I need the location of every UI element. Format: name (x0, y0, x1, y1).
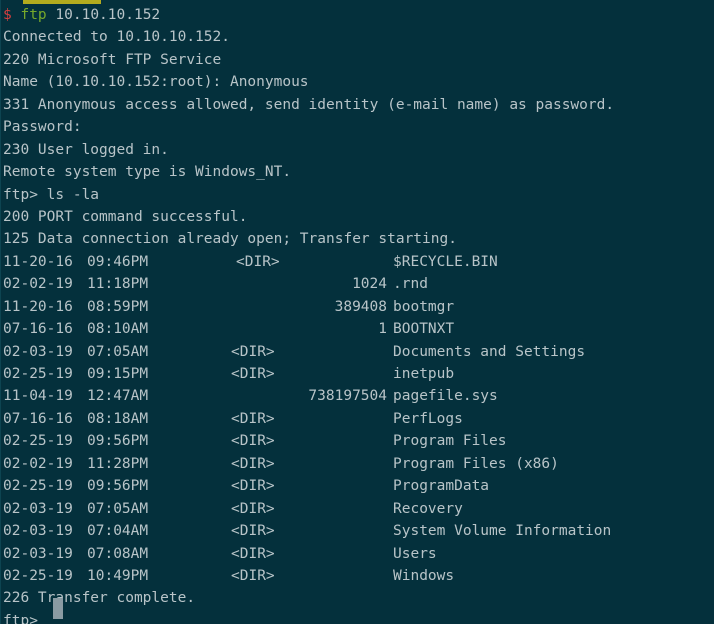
listing-date: 02-02-19 (3, 455, 73, 472)
listing-dir-marker: <DIR> (231, 343, 275, 360)
listing-row: 11-20-16 08:59PM 389408 bootmgr (3, 296, 714, 318)
listing-dir-marker: <DIR> (231, 567, 275, 584)
ls-command: ls -la (46, 186, 100, 203)
listing-date: 02-03-19 (3, 343, 73, 360)
listing-date: 02-25-19 (3, 567, 73, 584)
listing-row: 02-03-19 07:04AM <DIR> System Volume Inform… (3, 520, 714, 542)
listing-dir-marker: <DIR> (231, 545, 275, 562)
listing-dir-marker: <DIR> (231, 478, 275, 495)
listing-time: 10:49PM (87, 567, 149, 584)
listing-name: Recovery (393, 500, 463, 517)
ftp-command-line: ftp> ls -la (3, 184, 714, 206)
listing-time: 07:04AM (87, 523, 149, 540)
ftp-command: ftp (20, 7, 47, 23)
listing-date: 02-03-19 (3, 545, 73, 562)
listing-name: Users (393, 545, 437, 562)
listing-size: 738197504 (308, 388, 387, 405)
listing-row: 11-20-16 09:46PM <DIR> $RECYCLE.BIN (3, 251, 714, 273)
listing-dir-marker: <DIR> (231, 455, 275, 472)
listing-time: 09:56PM (87, 478, 149, 495)
output-line-name-prompt: Name (10.10.10.152:root): Anonymous (3, 74, 309, 91)
listing-name: bootmgr (393, 298, 455, 315)
listing-dir-marker: <DIR> (231, 523, 275, 540)
listing-time: 11:28PM (87, 455, 149, 472)
listing-name: BOOTNXT (393, 321, 455, 338)
output-line-331-anonymous: 331 Anonymous access allowed, send ident… (3, 96, 615, 113)
listing-date: 02-25-19 (3, 366, 73, 382)
listing-name: Documents and Settings (393, 343, 586, 360)
listing-date: 02-03-19 (3, 523, 73, 540)
output-line-200-port: 200 PORT command successful. (3, 208, 248, 225)
listing-name: $RECYCLE.BIN (393, 253, 498, 270)
output-line-remote-system-type: Remote system type is Windows_NT. (3, 164, 292, 181)
listing-row: 11-04-19 12:47AM 738197504 pagefile.sys (3, 385, 714, 407)
shell-prompt-line: $ ftp 10.10.10.152 (3, 4, 714, 26)
text-cursor (53, 598, 63, 619)
listing-name: System Volume Information (393, 523, 612, 540)
listing-row: 02-02-19 11:28PM <DIR> Program Files (x86) (3, 453, 714, 475)
listing-time: 07:08AM (87, 545, 149, 562)
listing-size: 1024 (352, 276, 387, 293)
listing-dir-marker: <DIR> (231, 500, 275, 517)
output-line-220-service: 220 Microsoft FTP Service (3, 51, 222, 68)
final-ftp-prompt-line[interactable]: ftp> (3, 610, 714, 624)
output-line-125-data-connection: 125 Data connection already open; Transf… (3, 231, 457, 248)
listing-name: inetpub (393, 366, 455, 382)
output-line-226-transfer-complete: 226 Transfer complete. (3, 590, 196, 607)
listing-row: 02-02-19 11:18PM 1024 .rnd (3, 273, 714, 295)
listing-row: 02-03-19 07:05AM <DIR> Documents and Settin… (3, 341, 714, 363)
output-line-password-prompt: Password: (3, 119, 82, 136)
listing-time: 07:05AM (87, 500, 149, 517)
listing-size: 389408 (334, 298, 387, 315)
listing-date: 07-16-16 (3, 410, 73, 427)
listing-time: 07:05AM (87, 343, 149, 360)
listing-name: PerfLogs (393, 410, 463, 427)
listing-row: 02-25-19 09:56PM <DIR> Program Files (3, 430, 714, 452)
ftp-host-argument: 10.10.10.152 (55, 7, 161, 23)
listing-size: 1 (378, 321, 387, 338)
output-line-connected: Connected to 10.10.10.152. (3, 29, 230, 46)
terminal-window[interactable]: $ ftp 10.10.10.152 Connected to 10.10.10… (0, 0, 714, 624)
listing-time: 09:15PM (87, 366, 149, 382)
listing-dir-marker: <DIR> (231, 366, 275, 382)
final-ftp-prompt: ftp> (3, 612, 38, 624)
listing-time: 08:18AM (87, 410, 149, 427)
listing-dir-marker: <DIR> (231, 410, 275, 427)
terminal-left-edge (0, 0, 1, 624)
ftp-prompt: ftp> (3, 186, 38, 203)
listing-name: Program Files (393, 433, 507, 450)
listing-time: 09:46PM (87, 253, 149, 270)
output-line-230-logged-in: 230 User logged in. (3, 141, 169, 158)
prompt-sigil: $ (3, 7, 12, 23)
listing-time: 09:56PM (87, 433, 149, 450)
listing-date: 02-25-19 (3, 433, 73, 450)
listing-dir-marker: <DIR> (236, 253, 280, 270)
listing-name: .rnd (393, 276, 428, 293)
listing-row: 02-03-19 07:08AM <DIR> Users (3, 543, 714, 565)
listing-name: Windows (393, 567, 455, 584)
listing-name: ProgramData (393, 478, 490, 495)
listing-row: 02-03-19 07:05AM <DIR> Recovery (3, 498, 714, 520)
directory-listing: 11-20-16 09:46PM <DIR> $RECYCLE.BIN 02-02-19… (3, 251, 714, 588)
listing-dir-marker: <DIR> (231, 433, 275, 450)
listing-row: 02-25-19 10:49PM <DIR> Windows (3, 565, 714, 587)
listing-name: pagefile.sys (393, 388, 498, 405)
listing-date: 11-20-16 (3, 253, 73, 270)
listing-row: 02-25-19 09:15PM <DIR> inetpub (3, 363, 714, 385)
listing-date: 02-03-19 (3, 500, 73, 517)
listing-row: 07-16-16 08:18AM <DIR> PerfLogs (3, 408, 714, 430)
listing-date: 02-25-19 (3, 478, 73, 495)
listing-name: Program Files (x86) (393, 455, 559, 472)
listing-row: 02-25-19 09:56PM <DIR> ProgramData (3, 475, 714, 497)
terminal-screen: $ ftp 10.10.10.152 Connected to 10.10.10… (3, 4, 714, 624)
listing-row: 07-16-16 08:10AM 1 BOOTNXT (3, 318, 714, 340)
